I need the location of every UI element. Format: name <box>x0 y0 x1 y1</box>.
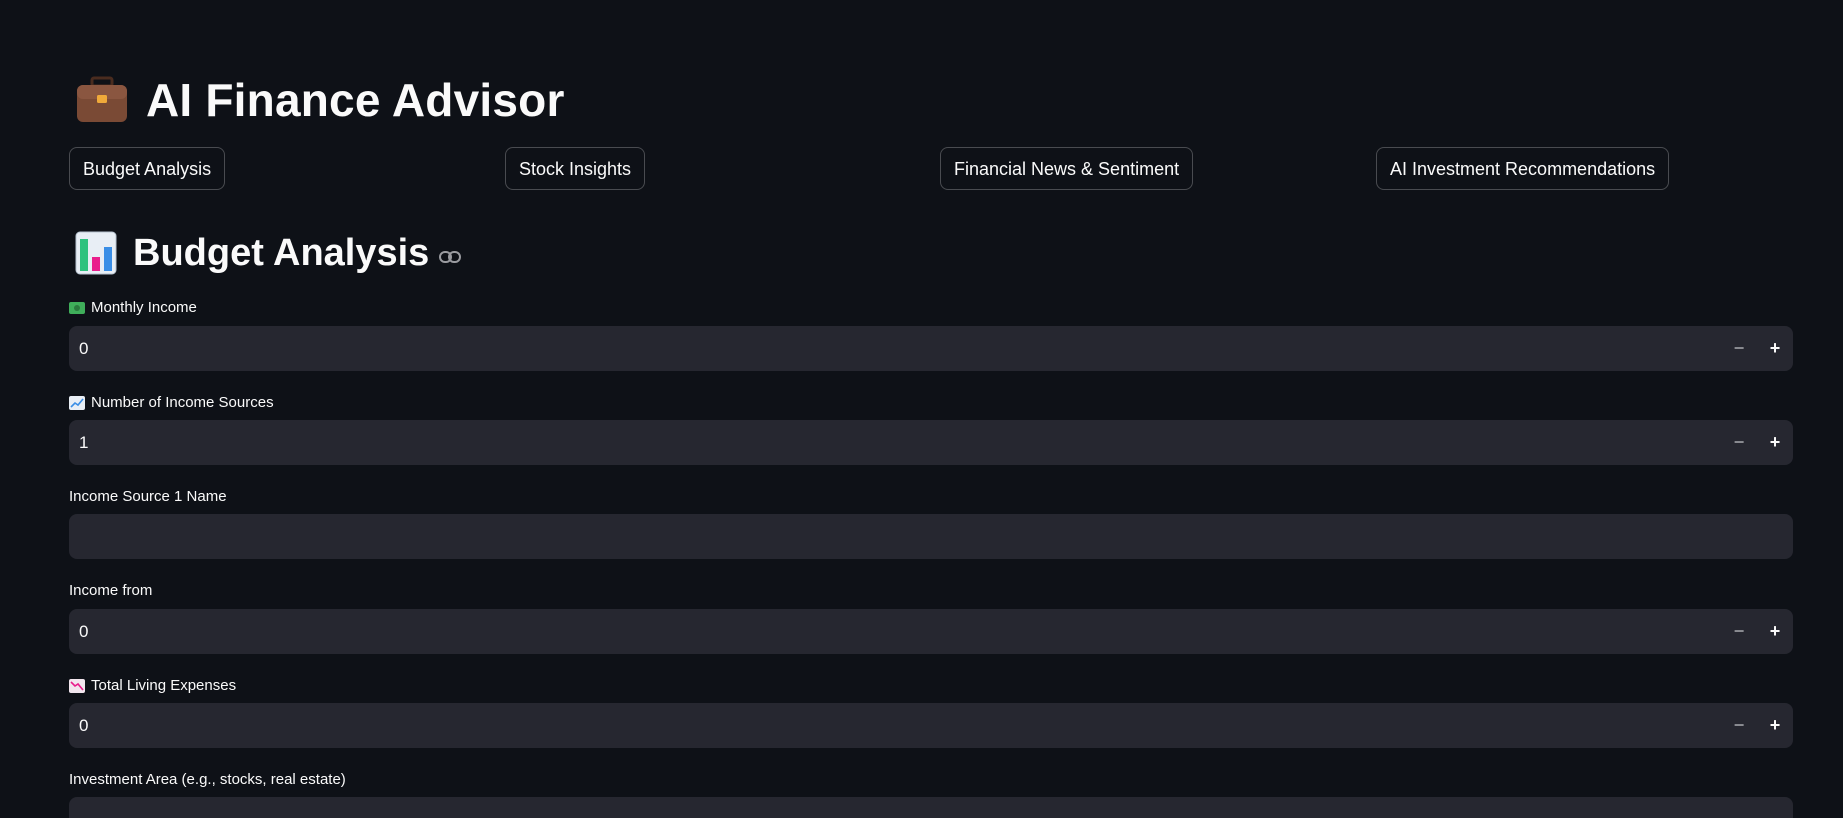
source-1-name-field[interactable] <box>69 513 1793 560</box>
income-from-field[interactable] <box>69 608 1721 655</box>
page-title: AI Finance Advisor <box>146 74 565 126</box>
investment-area-field[interactable] <box>69 796 1793 818</box>
living-expenses-field[interactable] <box>69 702 1721 749</box>
monthly-income-increment-button[interactable]: + <box>1757 326 1793 371</box>
income-from-decrement-button[interactable]: − <box>1721 609 1757 654</box>
monthly-income-decrement-button[interactable]: − <box>1721 326 1757 371</box>
living-expenses-increment-button[interactable]: + <box>1757 703 1793 748</box>
income-sources-input: − + <box>69 419 1793 466</box>
living-expenses-label-text: Total Living Expenses <box>91 677 237 694</box>
income-sources-decrement-button[interactable]: − <box>1721 420 1757 465</box>
briefcase-icon <box>76 76 128 124</box>
money-icon <box>69 301 85 315</box>
income-sources-increment-button[interactable]: + <box>1757 420 1793 465</box>
app-root: AI Finance Advisor Budget Analysis Stock… <box>0 0 1843 818</box>
living-expenses-decrement-button[interactable]: − <box>1721 703 1757 748</box>
income-sources-label: Number of Income Sources <box>69 394 274 411</box>
section-title: Budget Analysis <box>133 231 430 274</box>
chart-increasing-icon <box>69 395 85 410</box>
income-from-input: − + <box>69 608 1793 655</box>
monthly-income-label: Monthly Income <box>69 299 197 316</box>
monthly-income-field[interactable] <box>69 325 1721 372</box>
income-from-label: Income from <box>69 582 152 599</box>
tab-ai-investment[interactable]: AI Investment Recommendations <box>1376 147 1670 190</box>
tab-budget-analysis[interactable]: Budget Analysis <box>69 147 226 190</box>
investment-area-label-text: Investment Area (e.g., stocks, real esta… <box>69 771 346 788</box>
bar-chart-icon <box>75 231 117 275</box>
link-icon[interactable] <box>439 250 462 264</box>
living-expenses-label: Total Living Expenses <box>69 677 236 694</box>
investment-area-input <box>69 796 1793 818</box>
income-from-increment-button[interactable]: + <box>1757 609 1793 654</box>
tab-financial-news[interactable]: Financial News & Sentiment <box>940 147 1194 190</box>
living-expenses-input: − + <box>69 702 1793 749</box>
income-from-label-text: Income from <box>69 582 153 599</box>
tab-bar: Budget Analysis Stock Insights Financial… <box>69 147 1793 192</box>
chart-decreasing-icon <box>69 678 85 693</box>
investment-area-label: Investment Area (e.g., stocks, real esta… <box>69 771 346 788</box>
app-header: AI Finance Advisor <box>76 70 565 130</box>
income-sources-label-text: Number of Income Sources <box>91 394 274 411</box>
income-sources-field[interactable] <box>69 419 1721 466</box>
monthly-income-input: − + <box>69 325 1793 372</box>
source-1-name-label: Income Source 1 Name <box>69 488 227 505</box>
source-1-name-input <box>69 513 1793 560</box>
tab-stock-insights[interactable]: Stock Insights <box>505 147 646 190</box>
section-header: Budget Analysis <box>75 228 462 278</box>
source-1-name-label-text: Income Source 1 Name <box>69 488 227 505</box>
monthly-income-label-text: Monthly Income <box>91 299 197 316</box>
